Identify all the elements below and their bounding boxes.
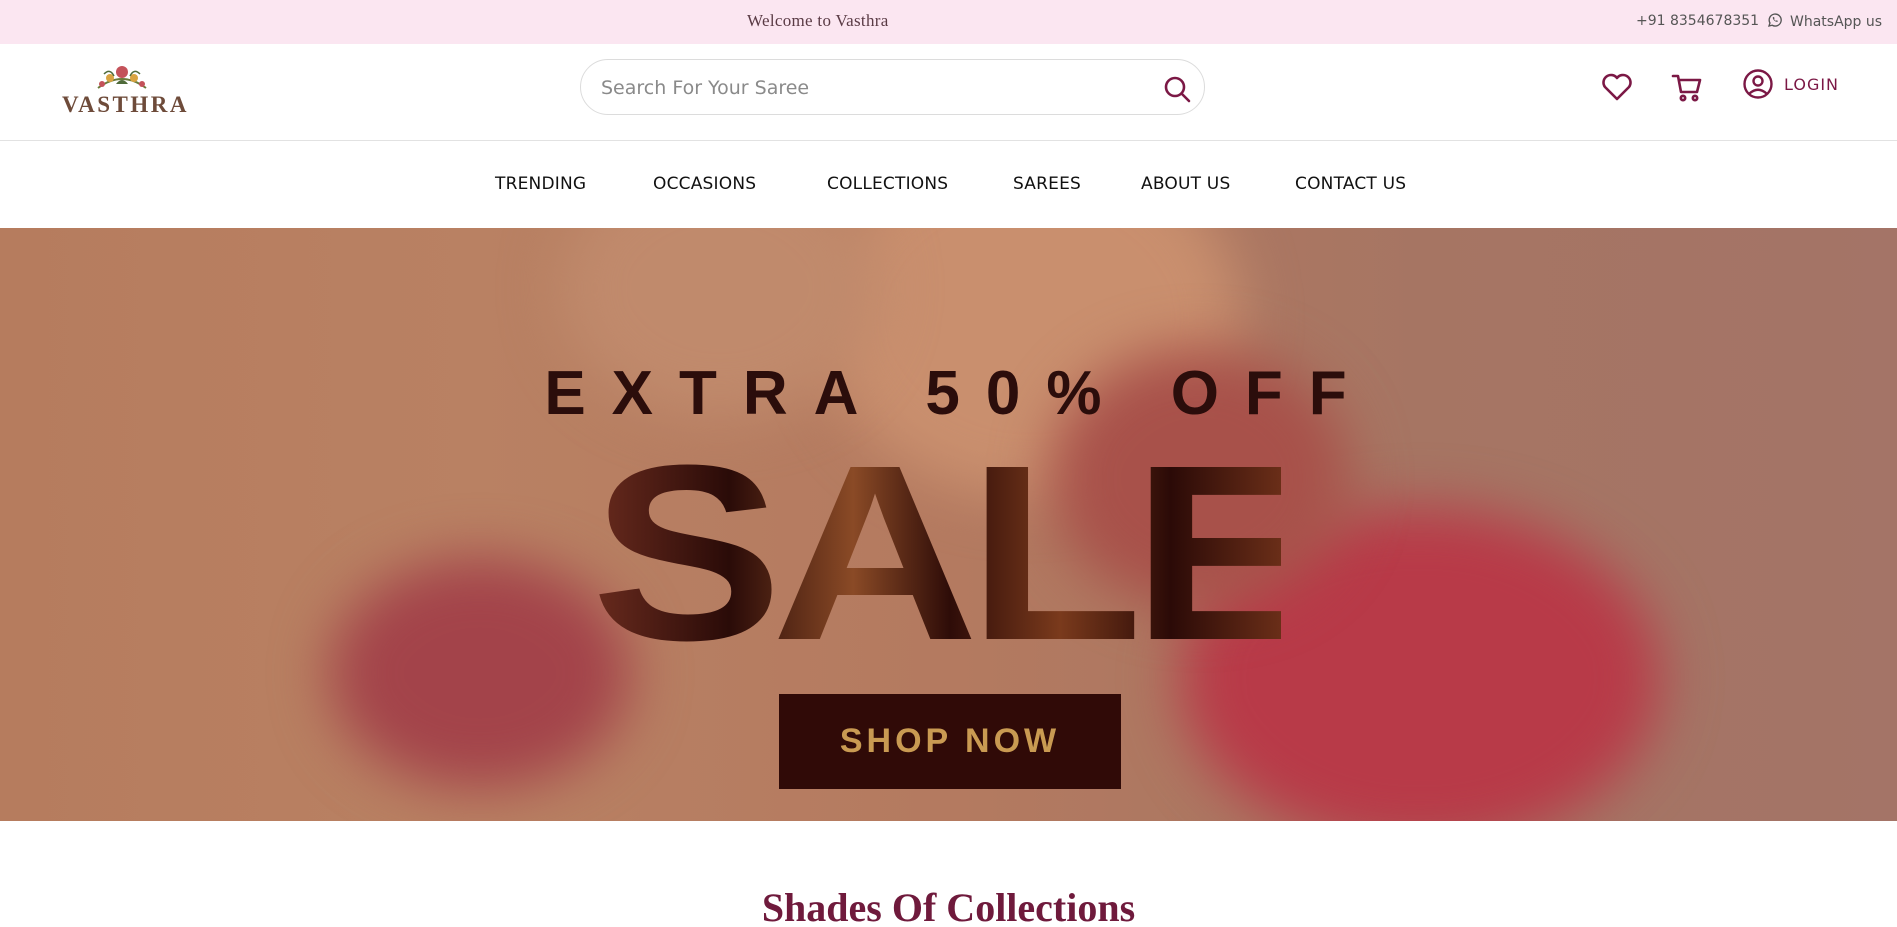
nav-item-sarees[interactable]: SAREES [1013,174,1081,194]
logo-floral-icon [97,66,147,89]
user-icon [1743,69,1773,99]
hero-banner[interactable]: EXTRA 50% OFF SALE SHOP NOW [0,228,1897,821]
whatsapp-link[interactable]: WhatsApp us [1766,11,1882,33]
nav-item-collections[interactable]: COLLECTIONS [827,174,948,194]
announcement-bar: Welcome to Vasthra +91 8354678351 WhatsA… [0,0,1897,44]
hero-sale-text: SALE [591,413,1323,692]
login-button[interactable]: LOGIN [1742,68,1839,100]
whatsapp-icon [1766,11,1784,33]
shop-now-button[interactable]: SHOP NOW [779,694,1121,789]
search-input[interactable] [601,74,1141,102]
nav-item-contact-us[interactable]: CONTACT US [1295,174,1406,194]
wishlist-button[interactable] [1600,70,1634,104]
site-header: VASTHRA LOGIN [0,44,1897,141]
search-bar [580,59,1205,115]
nav-item-about-us[interactable]: ABOUT US [1141,174,1230,194]
site-logo[interactable]: VASTHRA [60,62,187,122]
logo-wordmark: VASTHRA [62,92,189,117]
welcome-message: Welcome to Vasthra [747,11,889,30]
nav-item-trending[interactable]: TRENDING [495,174,586,194]
hero-background-figure [330,558,630,788]
heart-icon [1602,73,1632,101]
nav-item-occasions[interactable]: OCCASIONS [653,174,756,194]
cart-button[interactable] [1670,70,1704,104]
section-title-collections: Shades Of Collections [761,885,1136,927]
search-icon [1164,76,1191,103]
login-label: LOGIN [1784,74,1840,94]
main-nav: TRENDING OCCASIONS COLLECTIONS SAREES AB… [0,141,1897,228]
cart-icon [1671,74,1702,102]
whatsapp-label: WhatsApp us [1790,14,1883,30]
phone-number[interactable]: +91 8354678351 [1636,13,1759,29]
search-button[interactable] [1162,74,1192,104]
